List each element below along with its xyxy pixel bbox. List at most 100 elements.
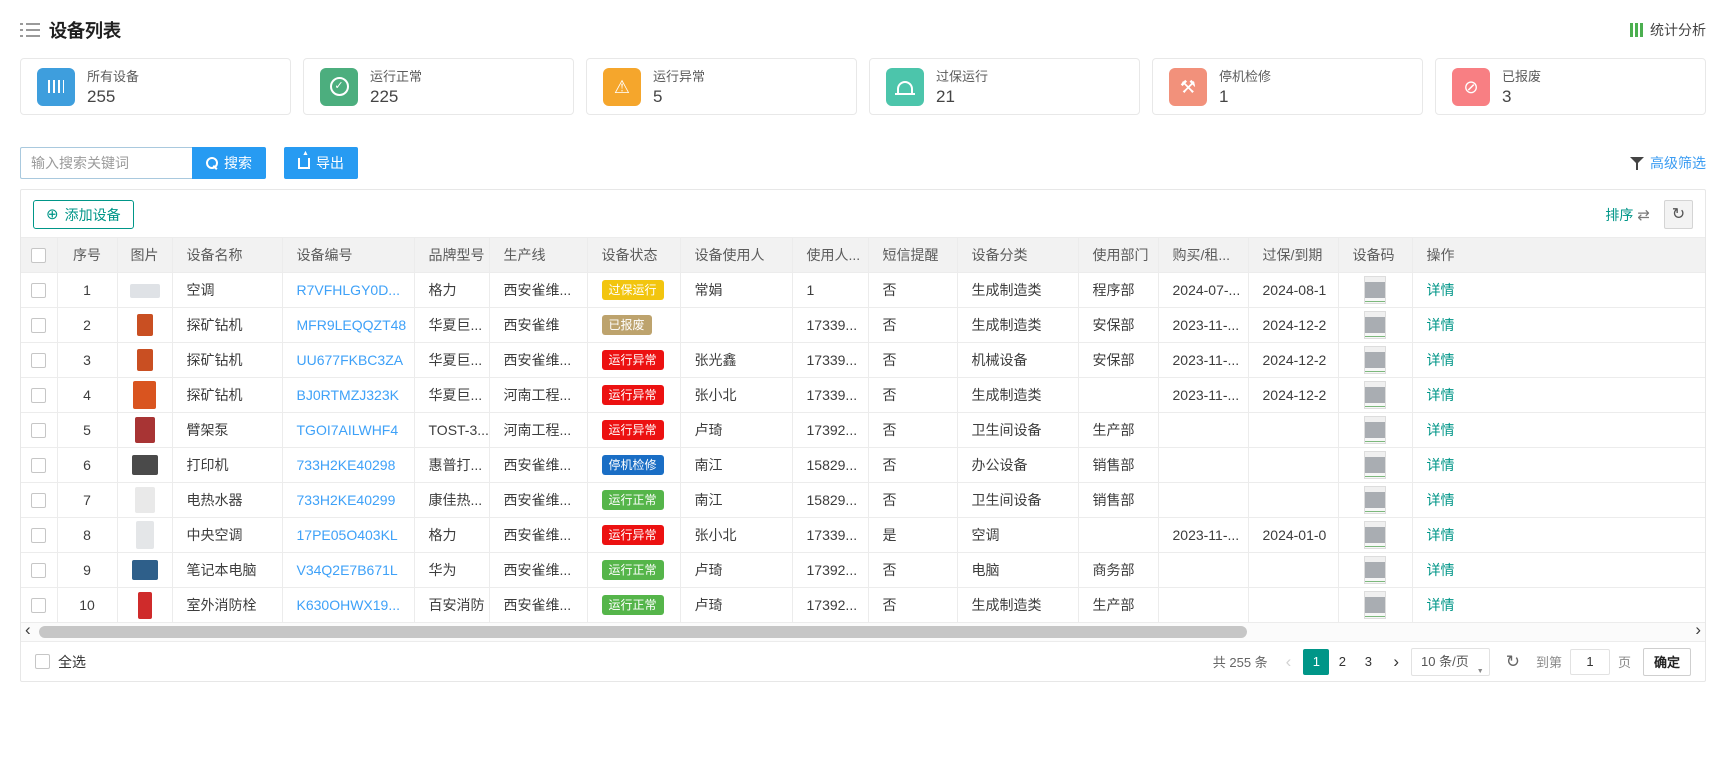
device-qrcode[interactable] xyxy=(1364,381,1386,409)
device-qrcode[interactable] xyxy=(1364,276,1386,304)
stats-cards: 所有设备255✓运行正常225⚠运行异常5 过保运行 21 ⚒停机检修1⊘已报废3 xyxy=(20,58,1706,115)
stat-card[interactable]: 过保运行 21 xyxy=(869,58,1140,115)
stat-value: 255 xyxy=(87,87,139,107)
device-qrcode[interactable] xyxy=(1364,416,1386,444)
device-thumbnail[interactable] xyxy=(135,487,155,513)
device-code-link[interactable]: MFR9LEQQZT48 xyxy=(297,317,407,333)
status-badge: 运行正常 xyxy=(602,560,664,580)
user-phone: 17339... xyxy=(792,343,868,378)
device-thumbnail[interactable] xyxy=(137,314,153,336)
stat-label: 停机检修 xyxy=(1219,66,1271,85)
device-qrcode[interactable] xyxy=(1364,451,1386,479)
sort-button[interactable]: 排序 ⇄ xyxy=(1605,205,1650,225)
row-checkbox[interactable] xyxy=(31,423,46,438)
detail-link[interactable]: 详情 xyxy=(1427,422,1455,438)
detail-link[interactable]: 详情 xyxy=(1427,317,1455,333)
scroll-right-arrow[interactable]: › xyxy=(1695,621,1701,639)
row-checkbox[interactable] xyxy=(31,563,46,578)
select-all-checkbox[interactable] xyxy=(35,654,50,669)
goto-page-input[interactable] xyxy=(1570,649,1610,675)
device-code-link[interactable]: UU677FKBC3ZA xyxy=(297,352,404,368)
stat-label: 过保运行 xyxy=(936,66,988,85)
device-code-link[interactable]: BJ0RTMZJ323K xyxy=(297,387,399,403)
detail-link[interactable]: 详情 xyxy=(1427,562,1455,578)
device-code-link[interactable]: 17PE05O403KL xyxy=(297,527,398,543)
column-header-expire: 过保/到期 xyxy=(1248,238,1338,273)
device-code-link[interactable]: K630OHWX19... xyxy=(297,597,401,613)
stat-value: 21 xyxy=(936,87,988,107)
device-name: 探矿钻机 xyxy=(172,378,282,413)
stat-card[interactable]: ⚠运行异常5 xyxy=(586,58,857,115)
detail-link[interactable]: 详情 xyxy=(1427,527,1455,543)
refresh-button[interactable]: ↻ xyxy=(1664,200,1693,229)
use-department: 生产部 xyxy=(1078,588,1158,623)
device-qrcode[interactable] xyxy=(1364,486,1386,514)
row-checkbox[interactable] xyxy=(31,528,46,543)
page-size-select[interactable]: 10 条/页 ▼ xyxy=(1411,648,1490,676)
search-input[interactable] xyxy=(20,147,192,179)
stat-card[interactable]: ⚒停机检修1 xyxy=(1152,58,1423,115)
device-qrcode[interactable] xyxy=(1364,346,1386,374)
row-checkbox[interactable] xyxy=(31,318,46,333)
export-button[interactable]: 导出 xyxy=(284,147,358,179)
device-thumbnail[interactable] xyxy=(138,592,152,619)
page-button-1[interactable]: 1 xyxy=(1303,649,1329,675)
confirm-button[interactable]: 确定 xyxy=(1643,648,1691,676)
device-qrcode[interactable] xyxy=(1364,591,1386,619)
detail-link[interactable]: 详情 xyxy=(1427,282,1455,298)
page-button-3[interactable]: 3 xyxy=(1355,649,1381,675)
horizontal-scrollbar-thumb[interactable] xyxy=(39,626,1247,638)
device-qrcode[interactable] xyxy=(1364,311,1386,339)
row-checkbox[interactable] xyxy=(31,353,46,368)
row-checkbox[interactable] xyxy=(31,458,46,473)
page-button-2[interactable]: 2 xyxy=(1329,649,1355,675)
device-code-link[interactable]: 733H2KE40298 xyxy=(297,457,396,473)
column-header-code: 设备编号 xyxy=(282,238,414,273)
stats-analysis-link[interactable]: 统计分析 xyxy=(1630,20,1706,40)
sms-remind: 否 xyxy=(868,483,957,518)
search-button[interactable]: 搜索 xyxy=(192,147,266,179)
device-user: 南江 xyxy=(680,448,792,483)
prev-page-button[interactable]: ‹ xyxy=(1282,652,1296,672)
scroll-left-arrow[interactable]: ‹ xyxy=(25,621,31,639)
device-brand: 格力 xyxy=(414,518,489,553)
device-code-link[interactable]: TGOI7AILWHF4 xyxy=(297,422,399,438)
device-qrcode[interactable] xyxy=(1364,521,1386,549)
next-page-button[interactable]: › xyxy=(1389,652,1403,672)
purchase-date: 2024-07-... xyxy=(1158,273,1248,308)
add-device-button[interactable]: ⊕ 添加设备 xyxy=(33,200,134,229)
funnel-icon xyxy=(1630,157,1644,170)
device-thumbnail[interactable] xyxy=(133,381,156,409)
select-all-header-checkbox[interactable] xyxy=(31,248,46,263)
expire-date: 2024-12-2 xyxy=(1248,343,1338,378)
device-thumbnail[interactable] xyxy=(136,521,154,549)
detail-link[interactable]: 详情 xyxy=(1427,387,1455,403)
column-header-name: 设备名称 xyxy=(172,238,282,273)
detail-link[interactable]: 详情 xyxy=(1427,352,1455,368)
sms-remind: 否 xyxy=(868,308,957,343)
device-thumbnail[interactable] xyxy=(137,349,153,371)
device-thumbnail[interactable] xyxy=(130,284,160,298)
detail-link[interactable]: 详情 xyxy=(1427,457,1455,473)
column-header-line: 生产线 xyxy=(489,238,587,273)
status-badge: 停机检修 xyxy=(602,455,664,475)
device-thumbnail[interactable] xyxy=(132,455,158,475)
row-checkbox[interactable] xyxy=(31,493,46,508)
row-checkbox[interactable] xyxy=(31,598,46,613)
detail-link[interactable]: 详情 xyxy=(1427,492,1455,508)
stat-card[interactable]: ⊘已报废3 xyxy=(1435,58,1706,115)
page-title: 设备列表 xyxy=(49,17,121,43)
stat-card[interactable]: 所有设备255 xyxy=(20,58,291,115)
device-qrcode[interactable] xyxy=(1364,556,1386,584)
device-code-link[interactable]: R7VFHLGY0D... xyxy=(297,282,400,298)
device-thumbnail[interactable] xyxy=(132,560,158,580)
stat-card[interactable]: ✓运行正常225 xyxy=(303,58,574,115)
row-checkbox[interactable] xyxy=(31,283,46,298)
detail-link[interactable]: 详情 xyxy=(1427,597,1455,613)
advanced-filter-link[interactable]: 高级筛选 xyxy=(1630,153,1706,173)
row-checkbox[interactable] xyxy=(31,388,46,403)
device-code-link[interactable]: V34Q2E7B671L xyxy=(297,562,398,578)
device-thumbnail[interactable] xyxy=(135,417,155,443)
footer-refresh-icon[interactable]: ↻ xyxy=(1506,652,1520,672)
device-code-link[interactable]: 733H2KE40299 xyxy=(297,492,396,508)
